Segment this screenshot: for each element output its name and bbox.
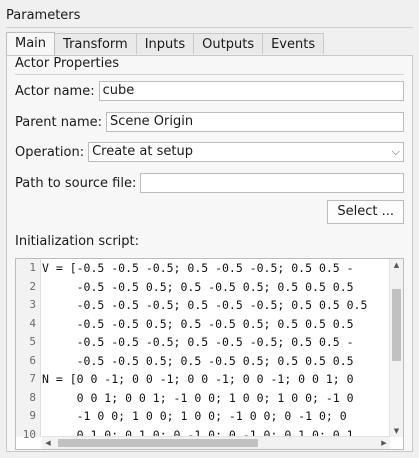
code-line: V = [-0.5 -0.5 -0.5; 0.5 -0.5 -0.5; 0.5 … — [42, 261, 354, 275]
code-line: -0.5 -0.5 0.5; 0.5 -0.5 0.5; 0.5 0.5 0.5 — [42, 279, 354, 294]
scroll-down-icon[interactable]: ▼ — [390, 425, 403, 437]
operation-label: Operation: — [15, 144, 85, 160]
group-divider — [15, 74, 404, 75]
line-number: 7 — [29, 372, 36, 385]
actor-name-label: Actor name: — [15, 83, 95, 99]
line-number: 8 — [29, 390, 36, 404]
code-line: -1 0 0; 1 0 0; 1 0 0; -1 0 0; 0 -1 0; 0 — [42, 409, 347, 423]
line-number: 3 — [29, 298, 36, 311]
select-file-button[interactable]: Select ... — [327, 200, 404, 224]
operation-value: Create at setup — [92, 144, 193, 159]
vertical-scroll-thumb[interactable] — [392, 289, 401, 361]
horizontal-scrollbar[interactable]: ◀ ▶ — [42, 436, 390, 449]
operation-select[interactable]: Create at setup ⌵ — [88, 142, 404, 162]
line-number: 10 — [22, 427, 36, 441]
horizontal-scroll-thumb[interactable] — [58, 439, 258, 447]
line-number: 1 — [29, 261, 36, 274]
line-number: 4 — [29, 316, 36, 330]
code-line: -0.5 -0.5 -0.5; 0.5 -0.5 -0.5; 0.5 0.5 - — [42, 335, 354, 349]
code-line: 0 0 1; 0 0 1; -1 0 0; 1 0 0; 1 0 0; -1 0 — [42, 390, 354, 405]
code-line: -0.5 -0.5 0.5; 0.5 -0.5 0.5; 0.5 0.5 0.5 — [42, 353, 354, 368]
main-tab-panel: Actor Properties Actor name: cube Parent… — [6, 55, 413, 452]
path-field[interactable] — [140, 173, 404, 193]
vertical-scrollbar[interactable]: ▲ ▼ — [389, 259, 403, 437]
scroll-left-icon[interactable]: ◀ — [42, 437, 54, 449]
code-line: -0.5 -0.5 0.5; 0.5 -0.5 0.5; 0.5 0.5 0.5 — [42, 316, 354, 331]
code-line: -0.5 -0.5 -0.5; 0.5 -0.5 -0.5; 0.5 0.5 0… — [42, 298, 368, 312]
scroll-right-icon[interactable]: ▶ — [378, 437, 390, 449]
tab-bar: Main Transform Inputs Outputs Events — [6, 32, 325, 55]
path-label: Path to source file: — [15, 175, 137, 191]
line-number: 6 — [29, 353, 36, 367]
path-row: Path to source file: — [15, 172, 404, 194]
code-area[interactable]: V = [-0.5 -0.5 -0.5; 0.5 -0.5 -0.5; 0.5 … — [42, 259, 389, 437]
tab-outputs[interactable]: Outputs — [193, 33, 264, 54]
line-number: 2 — [29, 279, 36, 293]
tab-inputs[interactable]: Inputs — [135, 33, 195, 54]
actor-name-field[interactable]: cube — [98, 81, 404, 101]
panel-title: Parameters — [6, 8, 81, 23]
init-script-editor[interactable]: 1 2 3 4 5 6 7 8 9 10 V = [-0.5 -0.5 -0.5… — [15, 258, 404, 450]
parent-name-label: Parent name: — [15, 114, 102, 130]
chevron-down-icon: ⌵ — [391, 145, 400, 158]
line-number-gutter: 1 2 3 4 5 6 7 8 9 10 — [16, 259, 41, 441]
actor-name-row: Actor name: cube — [15, 80, 404, 102]
tab-transform[interactable]: Transform — [54, 33, 137, 54]
operation-row: Operation: Create at setup ⌵ — [15, 141, 404, 163]
tab-main[interactable]: Main — [6, 32, 56, 55]
tab-events[interactable]: Events — [262, 33, 325, 54]
code-line: N = [0 0 -1; 0 0 -1; 0 0 -1; 0 0 -1; 0 0… — [42, 372, 354, 386]
line-number: 9 — [29, 409, 36, 422]
scroll-up-icon[interactable]: ▲ — [390, 259, 403, 271]
actor-properties-title: Actor Properties — [15, 56, 120, 71]
title-divider — [6, 27, 413, 28]
parent-name-row: Parent name: Scene Origin — [15, 111, 404, 133]
parent-name-field[interactable]: Scene Origin — [106, 112, 404, 132]
init-script-label: Initialization script: — [15, 234, 140, 249]
line-number: 5 — [29, 335, 36, 348]
